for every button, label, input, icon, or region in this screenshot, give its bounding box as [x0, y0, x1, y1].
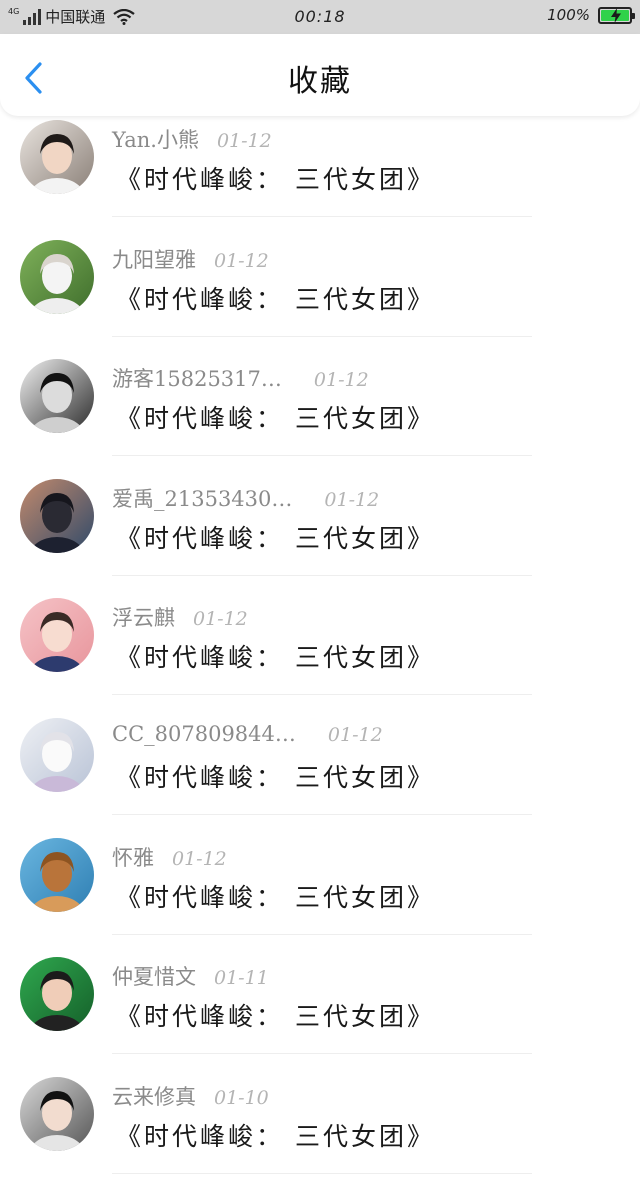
item-date: 01-12	[216, 130, 272, 152]
item-meta: CC_807809844… 01-12	[112, 722, 383, 746]
username[interactable]: 九阳望雅	[112, 248, 196, 272]
item-meta: 游客15825317… 01-12	[112, 363, 369, 393]
page-title: 收藏	[288, 64, 352, 99]
list-item[interactable]: 仲夏惜文 01-11 《时代峰峻： 三代女团》	[0, 953, 640, 1073]
username[interactable]: 怀雅	[112, 846, 154, 870]
status-right: 100%	[547, 6, 635, 24]
item-date: 01-11	[214, 967, 269, 990]
username[interactable]: 游客15825317…	[112, 367, 282, 391]
username[interactable]: 浮云麒	[112, 606, 175, 630]
item-date: 01-12	[327, 723, 383, 746]
divider	[112, 1172, 532, 1174]
username[interactable]: Yan.小熊	[112, 128, 199, 152]
username[interactable]: CC_807809844…	[112, 722, 296, 746]
item-title[interactable]: 《时代峰峻： 三代女团》	[116, 1117, 435, 1153]
username[interactable]: 爱禹_21353430…	[112, 487, 292, 511]
list-item[interactable]: 怀雅 01-12 《时代峰峻： 三代女团》	[0, 834, 640, 954]
divider	[112, 216, 532, 217]
divider	[112, 933, 532, 935]
status-bar: 4G 中国联通 00:18 100%	[0, 0, 640, 34]
battery-percent: 100%	[547, 6, 590, 24]
item-title[interactable]: 《时代峰峻： 三代女团》	[116, 758, 435, 794]
item-meta: 爱禹_21353430… 01-12	[112, 483, 379, 513]
header: 收藏	[0, 34, 640, 116]
avatar[interactable]	[20, 957, 94, 1032]
list-item[interactable]: 爱禹_21353430… 01-12 《时代峰峻： 三代女团》	[0, 475, 640, 595]
item-meta: Yan.小熊 01-12	[112, 124, 272, 154]
favorites-list: Yan.小熊 01-12 《时代峰峻： 三代女团》 九阳望雅 01-12 《时代峰峻： 三…	[0, 116, 640, 1192]
avatar[interactable]	[20, 598, 94, 673]
item-title[interactable]: 《时代峰峻： 三代女团》	[116, 997, 435, 1033]
item-title[interactable]: 《时代峰峻： 三代女团》	[116, 280, 435, 316]
avatar[interactable]	[20, 359, 94, 434]
avatar[interactable]	[20, 717, 94, 792]
item-title[interactable]: 《时代峰峻： 三代女团》	[116, 160, 435, 196]
list-item[interactable]: CC_807809844… 01-12 《时代峰峻： 三代女团》	[0, 714, 640, 834]
divider	[112, 455, 532, 457]
item-meta: 浮云麒 01-12	[112, 602, 248, 632]
item-date: 01-12	[214, 249, 269, 272]
divider	[112, 694, 532, 696]
battery-icon	[598, 6, 635, 24]
item-date: 01-10	[214, 1086, 269, 1109]
clock: 00:18	[294, 7, 346, 26]
username[interactable]: 仲夏惜文	[112, 965, 196, 989]
avatar[interactable]	[20, 1076, 94, 1151]
avatar[interactable]	[20, 837, 94, 912]
item-meta: 云来修真 01-10	[112, 1081, 269, 1111]
avatar[interactable]	[20, 120, 94, 194]
list-item[interactable]: 浮云麒 01-12 《时代峰峻： 三代女团》	[0, 594, 640, 714]
list-item[interactable]: Yan.小熊 01-12 《时代峰峻： 三代女团》	[0, 116, 640, 236]
list-item[interactable]: 游客15825317… 01-12 《时代峰峻： 三代女团》	[0, 355, 640, 475]
item-title[interactable]: 《时代峰峻： 三代女团》	[116, 519, 435, 555]
item-meta: 九阳望雅 01-12	[112, 244, 269, 274]
item-date: 01-12	[172, 847, 227, 870]
list-item[interactable]: 九阳望雅 01-12 《时代峰峻： 三代女团》	[0, 236, 640, 356]
item-title[interactable]: 《时代峰峻： 三代女团》	[116, 399, 435, 435]
avatar[interactable]	[20, 478, 94, 553]
username[interactable]: 云来修真	[112, 1085, 196, 1109]
divider	[112, 1053, 532, 1055]
item-date: 01-12	[313, 369, 369, 392]
avatar[interactable]	[20, 239, 94, 314]
item-title[interactable]: 《时代峰峻： 三代女团》	[116, 878, 435, 914]
list-item[interactable]: 云来修真 01-10 《时代峰峻： 三代女团》	[0, 1073, 640, 1192]
item-date: 01-12	[324, 488, 380, 511]
item-title[interactable]: 《时代峰峻： 三代女团》	[116, 638, 435, 674]
item-meta: 怀雅 01-12	[112, 842, 227, 872]
item-date: 01-12	[193, 608, 248, 631]
divider	[112, 813, 532, 815]
divider	[112, 574, 532, 576]
divider	[112, 335, 532, 337]
item-meta: 仲夏惜文 01-11	[112, 961, 269, 991]
